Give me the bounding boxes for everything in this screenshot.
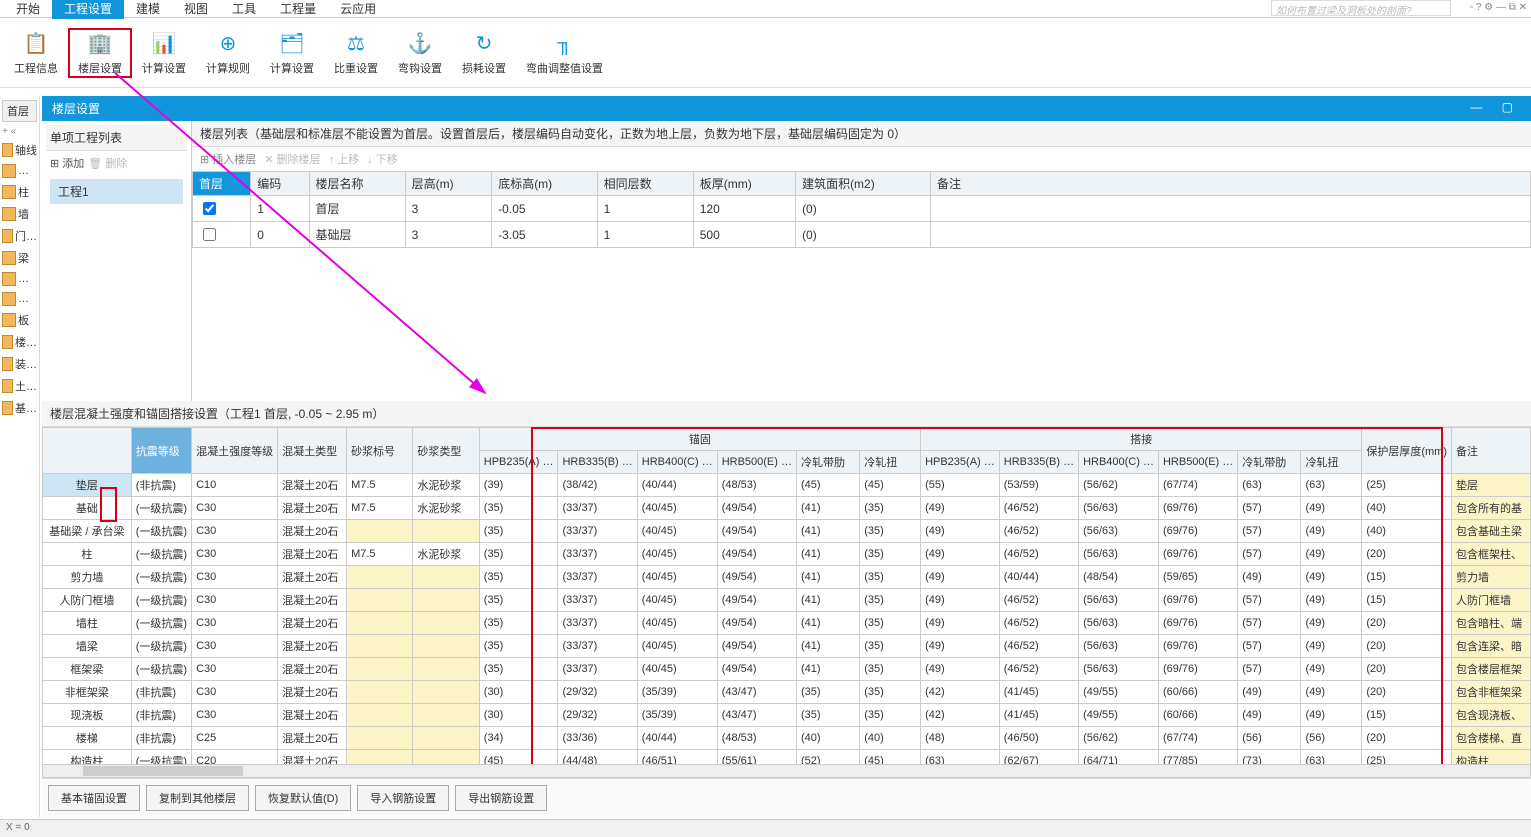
- folder-icon: [2, 272, 16, 286]
- nav-item[interactable]: 基…: [0, 397, 39, 419]
- ribbon: 📋工程信息🏢楼层设置📊计算设置⊕计算规则🗂计算设置⚖比重设置⚓弯钩设置↻损耗设置…: [0, 18, 1531, 88]
- first-floor-checkbox[interactable]: [203, 228, 216, 241]
- nav-item[interactable]: 墙: [0, 203, 39, 225]
- ribbon-icon: ⊕: [214, 30, 242, 58]
- search-input[interactable]: 如何布置过梁及洞板处的剖面?: [1271, 0, 1451, 16]
- ribbon-损耗设置[interactable]: ↻损耗设置: [452, 28, 516, 78]
- anchor-row[interactable]: 构造柱(一级抗震)C20混凝土20石(45)(44/48)(46/51)(55/…: [43, 750, 1531, 765]
- action-button[interactable]: 基本锚固设置: [48, 785, 140, 811]
- anchor-settings-pane: 楼层混凝土强度和锚固搭接设置（工程1 首层, -0.05 ~ 2.95 m） 抗…: [42, 401, 1531, 817]
- ribbon-icon: 🗂: [278, 30, 306, 58]
- anchor-row[interactable]: 非框架梁(非抗震)C30混凝土20石(30)(29/32)(35/39)(43/…: [43, 681, 1531, 704]
- menu-item-5[interactable]: 工程量: [268, 0, 328, 19]
- nav-item[interactable]: …: [0, 269, 39, 289]
- ribbon-icon: 📊: [150, 30, 178, 58]
- floor-list-header: 楼层列表（基础层和标准层不能设置为首层。设置首层后，楼层编码自动变化，正数为地上…: [192, 121, 1531, 147]
- action-button[interactable]: 导入钢筋设置: [357, 785, 449, 811]
- first-floor-checkbox[interactable]: [203, 202, 216, 215]
- ribbon-icon: 🏢: [86, 30, 114, 58]
- nav-item[interactable]: 板: [0, 309, 39, 331]
- dialog-title-bar: 楼层设置 — ▢: [42, 96, 1531, 121]
- floor-tool-3[interactable]: ↓ 下移: [367, 151, 398, 167]
- action-button[interactable]: 导出钢筋设置: [455, 785, 547, 811]
- anchor-row[interactable]: 剪力墙(一级抗震)C30混凝土20石(35)(33/37)(40/45)(49/…: [43, 566, 1531, 589]
- ribbon-楼层设置[interactable]: 🏢楼层设置: [68, 28, 132, 78]
- nav-item[interactable]: 土…: [0, 375, 39, 397]
- delete-project-button[interactable]: 🗑 删除: [88, 155, 127, 171]
- folder-icon: [2, 357, 13, 371]
- menu-item-1[interactable]: 工程设置: [52, 0, 124, 19]
- ribbon-弯曲调整值设置[interactable]: ╖弯曲调整值设置: [516, 28, 613, 78]
- left-tab[interactable]: 首层: [2, 100, 37, 122]
- anchor-row[interactable]: 基础(一级抗震)C30混凝土20石M7.5水泥砂浆(35)(33/37)(40/…: [43, 497, 1531, 520]
- nav-item[interactable]: 楼…: [0, 331, 39, 353]
- menu-item-3[interactable]: 视图: [172, 0, 220, 19]
- horizontal-scrollbar[interactable]: [42, 764, 1531, 778]
- nav-item[interactable]: …: [0, 289, 39, 309]
- menu-item-2[interactable]: 建模: [124, 0, 172, 19]
- nav-item[interactable]: …: [0, 161, 39, 181]
- project-pane: 单项工程列表 ⊞ 添加 🗑 删除 工程1: [42, 121, 192, 401]
- ribbon-弯钩设置[interactable]: ⚓弯钩设置: [388, 28, 452, 78]
- floor-tool-1[interactable]: ✕ 删除楼层: [264, 151, 320, 167]
- anchor-row[interactable]: 现浇板(非抗震)C30混凝土20石(30)(29/32)(35/39)(43/4…: [43, 704, 1531, 727]
- floor-tool-2[interactable]: ↑ 上移: [329, 151, 360, 167]
- menu-item-0[interactable]: 开始: [4, 0, 52, 19]
- ribbon-计算设置[interactable]: 🗂计算设置: [260, 28, 324, 78]
- anchor-row[interactable]: 基础梁 / 承台梁(一级抗震)C30混凝土20石(35)(33/37)(40/4…: [43, 520, 1531, 543]
- menu-item-6[interactable]: 云应用: [328, 0, 388, 19]
- ribbon-icon: 📋: [22, 30, 50, 58]
- floor-pane: 楼层列表（基础层和标准层不能设置为首层。设置首层后，楼层编码自动变化，正数为地上…: [192, 121, 1531, 401]
- nav-item[interactable]: 门…: [0, 225, 39, 247]
- anchor-row[interactable]: 墙梁(一级抗震)C30混凝土20石(35)(33/37)(40/45)(49/5…: [43, 635, 1531, 658]
- folder-icon: [2, 185, 16, 199]
- window-icons: ▫ ? ⚙ — ⧉ ✕: [1470, 2, 1527, 13]
- anchor-row[interactable]: 人防门框墙(一级抗震)C30混凝土20石(35)(33/37)(40/45)(4…: [43, 589, 1531, 612]
- nav-item[interactable]: 轴线: [0, 139, 39, 161]
- menu-item-4[interactable]: 工具: [220, 0, 268, 19]
- anchor-table[interactable]: 抗震等级混凝土强度等级混凝土类型砂浆标号砂浆类型锚固搭接保护层厚度(mm)备注H…: [42, 427, 1531, 764]
- action-button[interactable]: 恢复默认值(D): [255, 785, 351, 811]
- anchor-settings-header: 楼层混凝土强度和锚固搭接设置（工程1 首层, -0.05 ~ 2.95 m）: [42, 401, 1531, 427]
- anchor-row[interactable]: 框架梁(一级抗震)C30混凝土20石(35)(33/37)(40/45)(49/…: [43, 658, 1531, 681]
- project-item[interactable]: 工程1: [50, 179, 183, 204]
- add-project-button[interactable]: ⊞ 添加: [50, 155, 84, 171]
- folder-icon: [2, 313, 16, 327]
- folder-icon: [2, 335, 13, 349]
- folder-icon: [2, 401, 13, 415]
- nav-item[interactable]: 梁: [0, 247, 39, 269]
- project-pane-header: 单项工程列表: [46, 125, 187, 151]
- ribbon-icon: ↻: [470, 30, 498, 58]
- folder-icon: [2, 207, 16, 221]
- action-button[interactable]: 复制到其他楼层: [146, 785, 249, 811]
- anchor-row[interactable]: 墙柱(一级抗震)C30混凝土20石(35)(33/37)(40/45)(49/5…: [43, 612, 1531, 635]
- left-dock: 首层 + « 轴线…柱墙门…梁……板楼…装…土…基…: [0, 96, 40, 817]
- ribbon-icon: ⚖: [342, 30, 370, 58]
- anchor-row[interactable]: 柱(一级抗震)C30混凝土20石M7.5水泥砂浆(35)(33/37)(40/4…: [43, 543, 1531, 566]
- floor-table[interactable]: 首层编码楼层名称层高(m)底标高(m)相同层数板厚(mm)建筑面积(m2)备注 …: [192, 171, 1531, 248]
- floor-tool-0[interactable]: ⊞ 插入楼层: [200, 151, 256, 167]
- folder-icon: [2, 251, 16, 265]
- ribbon-icon: ⚓: [406, 30, 434, 58]
- ribbon-工程信息[interactable]: 📋工程信息: [4, 28, 68, 78]
- main-menu: 开始工程设置建模视图工具工程量云应用 如何布置过梁及洞板处的剖面? ▫ ? ⚙ …: [0, 0, 1531, 18]
- nav-item[interactable]: 柱: [0, 181, 39, 203]
- nav-item[interactable]: 装…: [0, 353, 39, 375]
- folder-icon: [2, 164, 16, 178]
- anchor-row[interactable]: 楼梯(非抗震)C25混凝土20石(34)(33/36)(40/44)(48/53…: [43, 727, 1531, 750]
- ribbon-icon: ╖: [551, 30, 579, 58]
- folder-icon: [2, 143, 13, 157]
- folder-icon: [2, 379, 13, 393]
- anchor-row[interactable]: 垫层(非抗震)C10混凝土20石M7.5水泥砂浆(39)(38/42)(40/4…: [43, 474, 1531, 497]
- folder-icon: [2, 292, 16, 306]
- status-bar: X = 0: [0, 819, 1531, 837]
- ribbon-比重设置[interactable]: ⚖比重设置: [324, 28, 388, 78]
- ribbon-计算规则[interactable]: ⊕计算规则: [196, 28, 260, 78]
- floor-settings-dialog: 楼层设置 — ▢ 单项工程列表 ⊞ 添加 🗑 删除 工程1 楼层列表（基础层和标…: [42, 96, 1531, 817]
- dialog-window-buttons[interactable]: — ▢: [1470, 100, 1521, 117]
- ribbon-计算设置[interactable]: 📊计算设置: [132, 28, 196, 78]
- folder-icon: [2, 229, 13, 243]
